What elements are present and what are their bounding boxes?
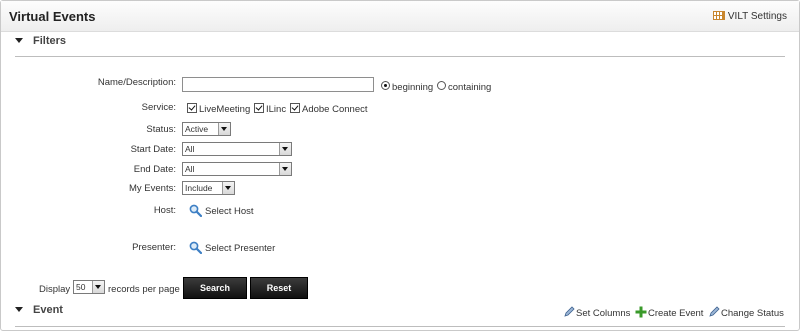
name-description-label: Name/Description:	[97, 77, 176, 88]
create-event-label: Create Event	[648, 308, 704, 319]
match-beginning-option[interactable]: beginning	[381, 81, 433, 93]
filters-divider	[15, 56, 785, 57]
status-value: Active	[185, 124, 209, 134]
service-adobe-connect-option[interactable]: Adobe Connect	[290, 103, 368, 115]
start-date-select-wrap: All	[182, 142, 292, 156]
match-containing-option[interactable]: containing	[437, 81, 491, 93]
set-columns-link[interactable]: Set Columns	[563, 306, 630, 319]
page-title: Virtual Events	[9, 9, 96, 24]
end-date-select[interactable]: All	[182, 162, 292, 176]
my-events-select[interactable]: Include	[182, 181, 235, 195]
filters-section-toggle[interactable]: Filters	[15, 35, 66, 47]
magnifier-icon	[189, 241, 202, 254]
settings-grid-icon	[712, 11, 725, 20]
event-section-toggle[interactable]: Event	[15, 304, 63, 316]
status-select[interactable]: Active	[182, 122, 231, 136]
create-event-link[interactable]: Create Event	[635, 306, 703, 319]
collapse-triangle-icon	[15, 38, 23, 43]
beginning-radio[interactable]	[381, 81, 390, 90]
search-button[interactable]: Search	[183, 277, 247, 299]
virtual-events-panel: Virtual Events VILT Settings Filters Nam…	[0, 0, 800, 331]
end-date-label: End Date:	[133, 164, 176, 175]
host-label: Host:	[153, 205, 176, 216]
display-label: Display	[39, 284, 71, 295]
containing-label: containing	[448, 82, 492, 93]
start-date-label: Start Date:	[130, 144, 176, 155]
dropdown-arrow-icon	[218, 123, 230, 135]
event-divider	[15, 326, 785, 327]
start-date-select[interactable]: All	[182, 142, 292, 156]
reset-button[interactable]: Reset	[250, 277, 308, 299]
ilinc-label: ILinc	[266, 104, 287, 115]
livemeeting-label: LiveMeeting	[199, 104, 251, 115]
my-events-select-wrap: Include	[182, 181, 235, 195]
service-livemeeting-option[interactable]: LiveMeeting	[187, 103, 250, 115]
plus-icon	[635, 306, 647, 318]
presenter-label: Presenter:	[132, 242, 176, 253]
change-status-label: Change Status	[721, 308, 784, 319]
start-date-value: All	[185, 144, 195, 154]
select-presenter-label: Select Presenter	[205, 243, 276, 254]
pencil-icon	[564, 306, 575, 317]
end-date-value: All	[185, 164, 195, 174]
containing-radio[interactable]	[437, 81, 446, 90]
name-description-input[interactable]	[182, 77, 374, 92]
vilt-settings-label: VILT Settings	[727, 11, 787, 22]
end-date-select-wrap: All	[182, 162, 292, 176]
dropdown-arrow-icon	[279, 163, 291, 175]
filters-heading: Filters	[33, 35, 67, 47]
select-host-label: Select Host	[205, 206, 254, 217]
select-presenter-link[interactable]: Select Presenter	[189, 241, 275, 254]
livemeeting-checkbox[interactable]	[187, 103, 197, 113]
records-per-page-select[interactable]: 50	[73, 280, 105, 294]
dropdown-arrow-icon	[279, 143, 291, 155]
records-select-wrap: 50	[73, 280, 105, 294]
service-ilinc-option[interactable]: ILinc	[254, 103, 286, 115]
event-heading: Event	[33, 304, 63, 316]
my-events-label: My Events:	[129, 183, 176, 194]
change-status-link[interactable]: Change Status	[708, 306, 784, 319]
set-columns-label: Set Columns	[576, 308, 631, 319]
dropdown-arrow-icon	[222, 182, 234, 194]
collapse-triangle-icon	[15, 307, 23, 312]
records-value: 50	[76, 282, 86, 292]
service-label: Service:	[141, 102, 176, 113]
beginning-label: beginning	[392, 82, 434, 93]
my-events-value: Include	[185, 183, 213, 193]
vilt-settings-link[interactable]: VILT Settings	[712, 11, 787, 22]
magnifier-icon	[189, 204, 202, 217]
adobe-connect-label: Adobe Connect	[302, 104, 368, 115]
status-select-wrap: Active	[182, 122, 231, 136]
pencil-icon	[709, 306, 720, 317]
select-host-link[interactable]: Select Host	[189, 204, 254, 217]
title-bar: Virtual Events VILT Settings	[1, 1, 799, 32]
status-label: Status:	[146, 124, 176, 135]
dropdown-arrow-icon	[92, 281, 104, 293]
adobe-connect-checkbox[interactable]	[290, 103, 300, 113]
records-suffix-label: records per page	[108, 284, 180, 295]
ilinc-checkbox[interactable]	[254, 103, 264, 113]
